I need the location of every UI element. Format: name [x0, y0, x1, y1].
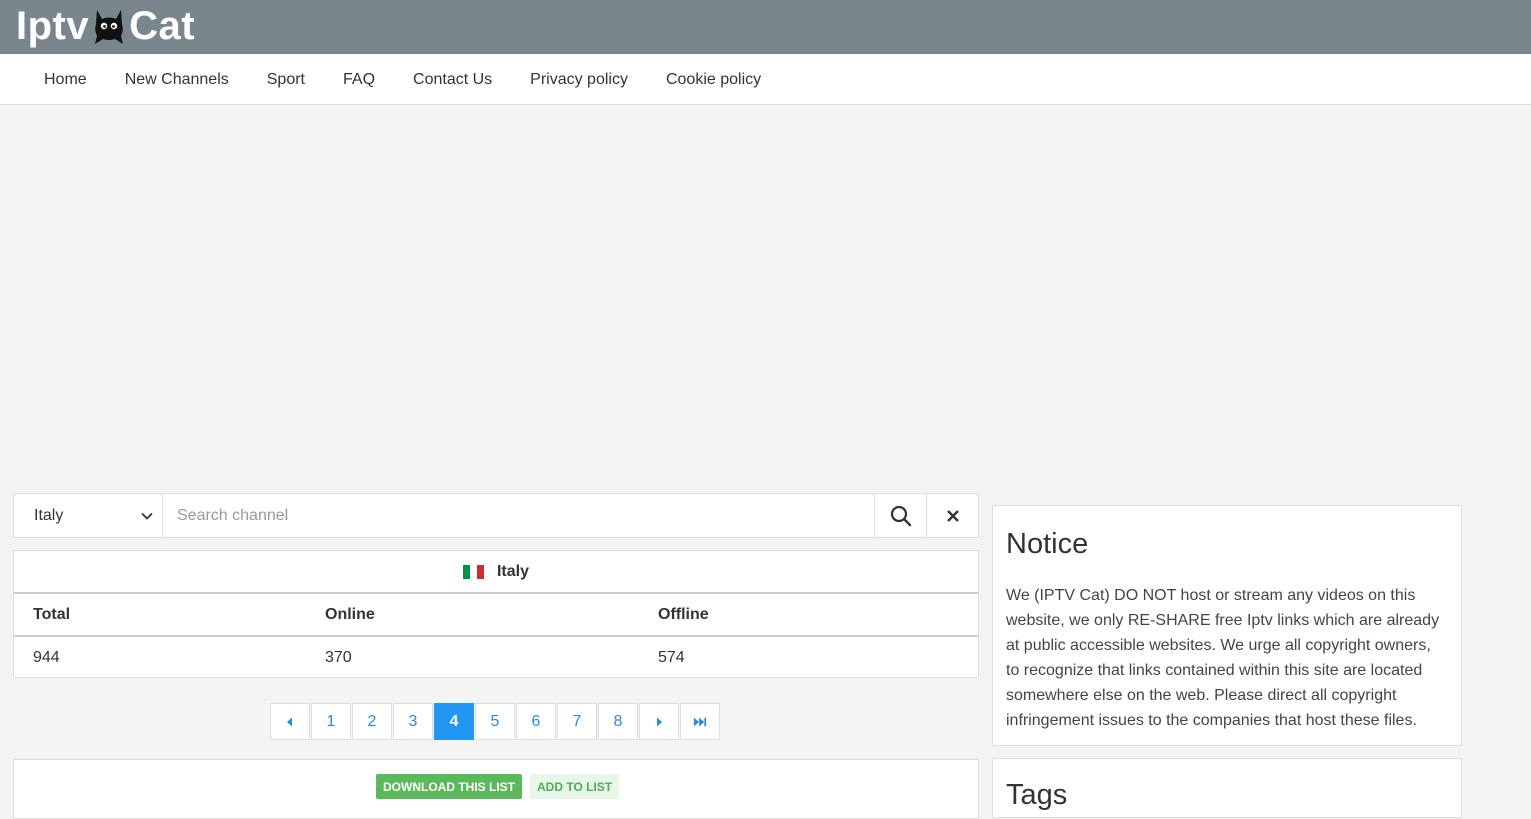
search-icon [890, 505, 911, 526]
nav-item-faq[interactable]: FAQ [324, 71, 394, 89]
page-button-1[interactable]: 1 [311, 703, 351, 740]
italy-flag-icon [462, 564, 484, 579]
clear-search-button[interactable] [926, 494, 978, 537]
stats-country-name: Italy [496, 562, 529, 580]
stats-online-value: 370 [325, 648, 352, 666]
list-actions-card: DOWNLOAD THIS LIST ADD TO LIST [13, 759, 979, 819]
notice-panel: Notice We (IPTV Cat) DO NOT host or stre… [992, 505, 1462, 746]
stats-header-offline: Offline [658, 605, 709, 623]
page-button-5[interactable]: 5 [475, 703, 515, 740]
nav-item-privacy-policy[interactable]: Privacy policy [511, 71, 647, 89]
page-button-6[interactable]: 6 [516, 703, 556, 740]
tags-title: Tags [1006, 779, 1068, 811]
stats-header-total: Total [33, 605, 71, 623]
pagination: 1 2 3 4 5 6 7 8 [270, 703, 721, 740]
notice-body: We (IPTV Cat) DO NOT host or stream any … [1006, 587, 1440, 729]
page-button-8[interactable]: 8 [598, 703, 638, 740]
channel-stats-card: Italy Total Online Offline 944 370 574 [13, 550, 979, 678]
chevron-down-icon [141, 512, 153, 520]
add-to-list-button[interactable]: ADD TO LIST [530, 774, 620, 799]
main-nav: Home New Channels Sport FAQ Contact Us P… [0, 54, 1531, 105]
site-header: Iptv Cat [0, 0, 1531, 54]
search-button[interactable] [874, 494, 926, 537]
tags-panel: Tags [992, 758, 1462, 818]
nav-item-cookie-policy[interactable]: Cookie policy [647, 71, 780, 89]
country-select-value: Italy [34, 506, 64, 524]
stats-country-heading: Italy [14, 551, 978, 594]
close-icon [946, 509, 959, 522]
stats-total-value: 944 [33, 648, 60, 666]
prev-page-button[interactable] [270, 703, 310, 740]
notice-title: Notice [1006, 528, 1089, 560]
stats-offline-value: 574 [658, 648, 685, 666]
logo-text-right: Cat [129, 3, 196, 48]
country-select[interactable]: Italy [14, 494, 163, 537]
search-input[interactable] [163, 494, 874, 537]
fast-forward-end-icon [693, 717, 707, 726]
cat-logo-icon [95, 10, 124, 44]
page-button-7[interactable]: 7 [557, 703, 597, 740]
download-list-button[interactable]: DOWNLOAD THIS LIST [376, 774, 522, 799]
nav-item-sport[interactable]: Sport [248, 71, 324, 89]
page-button-4-active[interactable]: 4 [434, 703, 474, 740]
next-page-button[interactable] [639, 703, 679, 740]
site-logo[interactable]: Iptv Cat [16, 2, 195, 50]
page-button-2[interactable]: 2 [352, 703, 392, 740]
caret-left-icon [287, 717, 292, 726]
channel-search-bar: Italy [13, 493, 979, 538]
page-button-3[interactable]: 3 [393, 703, 433, 740]
stats-header-row: Total Online Offline [14, 594, 978, 637]
last-page-button[interactable] [680, 703, 720, 740]
nav-item-new-channels[interactable]: New Channels [106, 71, 248, 89]
caret-right-icon [657, 717, 662, 726]
nav-item-contact-us[interactable]: Contact Us [394, 71, 511, 89]
stats-header-online: Online [325, 605, 375, 623]
nav-item-home[interactable]: Home [25, 71, 106, 89]
logo-text-left: Iptv [16, 3, 90, 48]
stats-value-row: 944 370 574 [14, 637, 978, 678]
